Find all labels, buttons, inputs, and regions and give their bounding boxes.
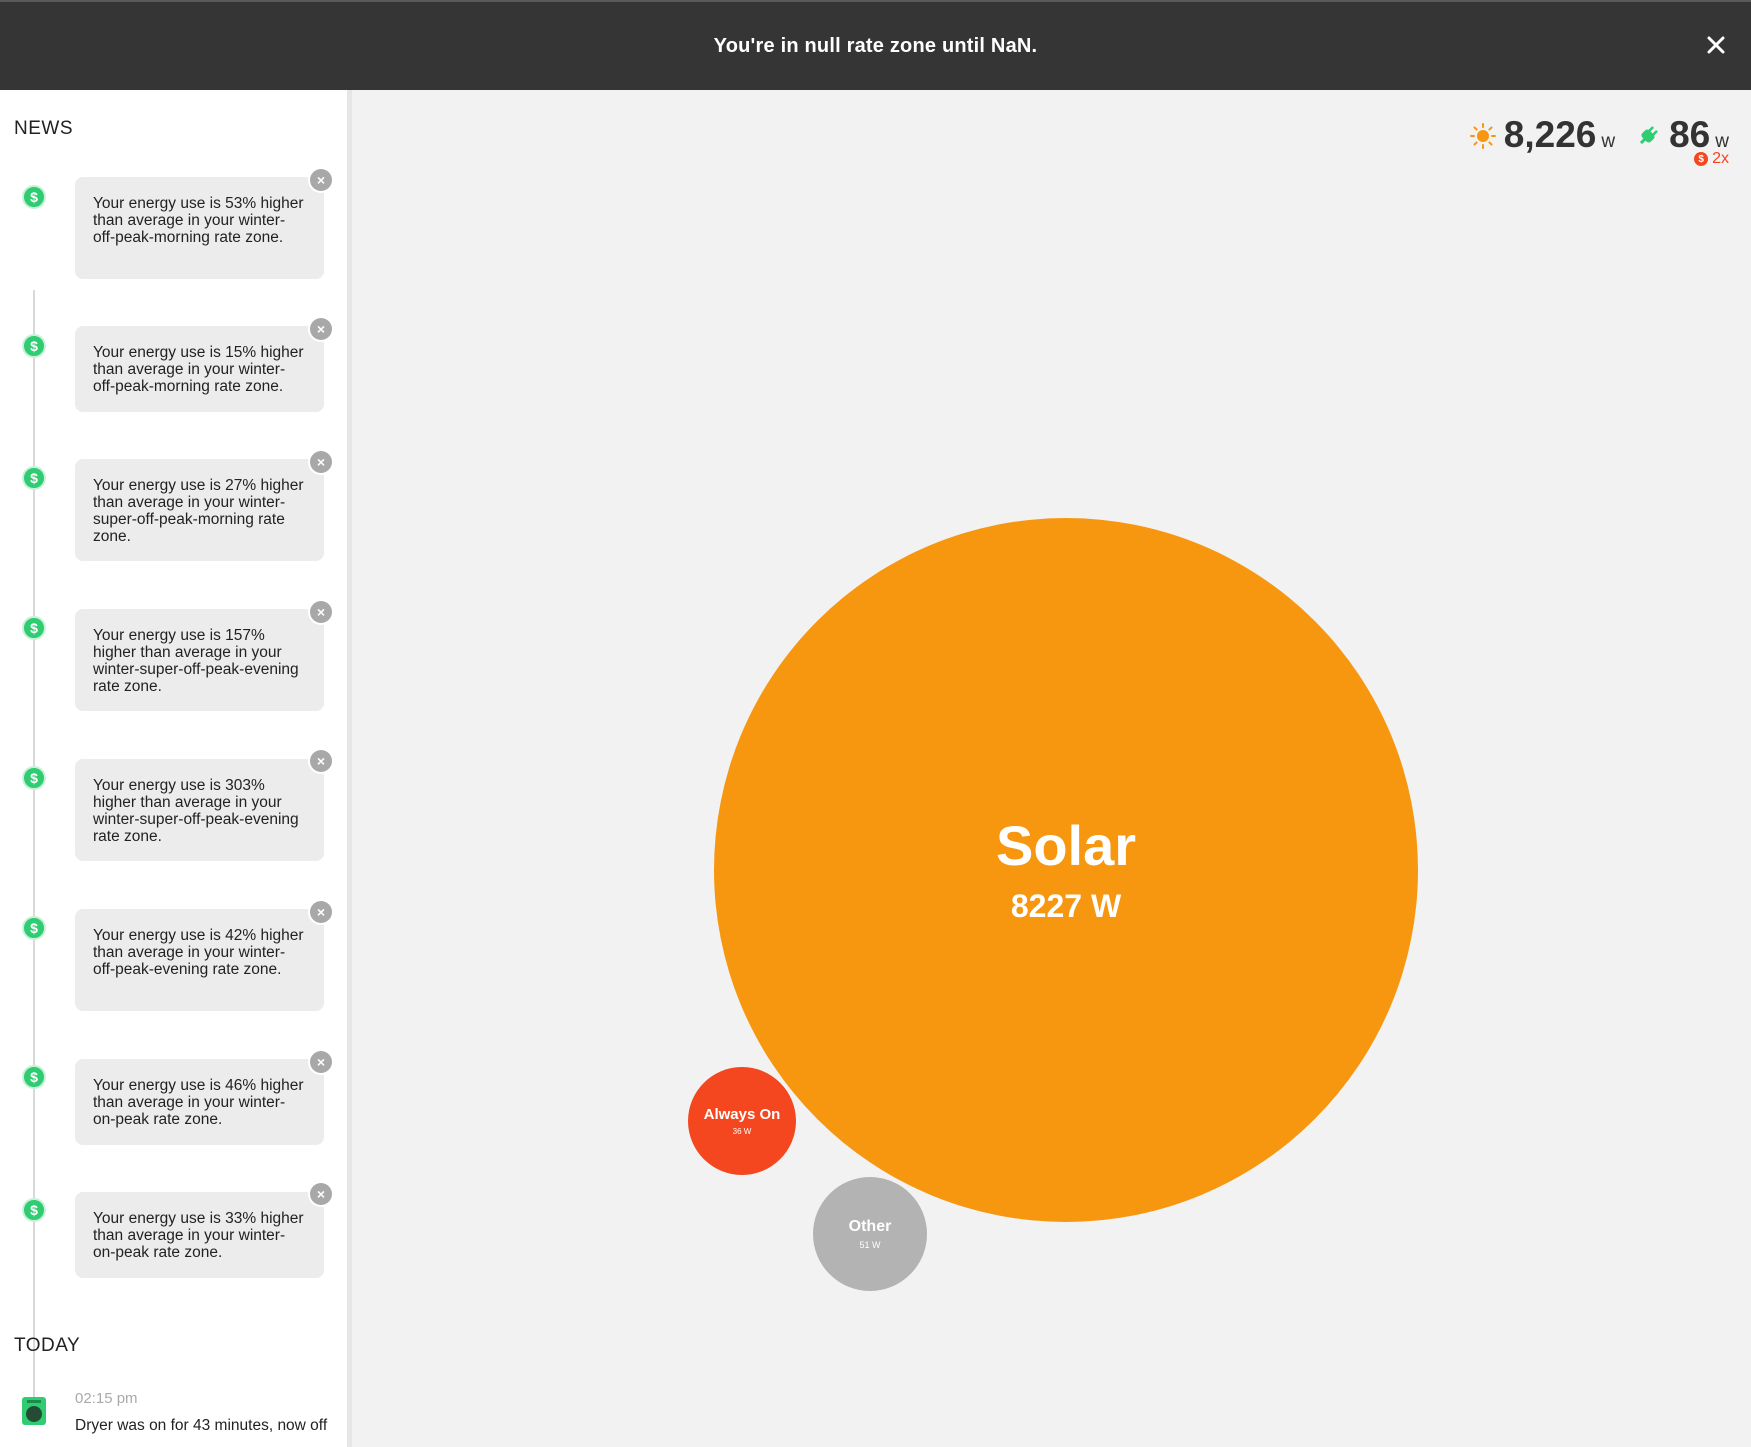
dryer-icon [22,1397,46,1425]
dismiss-icon[interactable]: × [310,169,332,191]
news-card: Your energy use is 33% higher than avera… [75,1192,324,1278]
banner-text: You're in null rate zone until NaN. [713,34,1038,57]
other-bubble-watts: 51 W [859,1240,881,1250]
dismiss-icon[interactable]: × [310,901,332,923]
other-bubble-name: Other [848,1218,892,1235]
dismiss-icon[interactable]: × [310,1183,332,1205]
rate-multiplier-badge: $ 2x [1694,150,1729,168]
timeline-line [33,290,35,1410]
dismiss-icon[interactable]: × [310,750,332,772]
always-on-bubble-name: Always On [703,1106,781,1123]
dollar-icon: $ [22,466,46,490]
always-on-bubble[interactable]: Always On 36 W [688,1067,796,1175]
solar-bubble-name: Solar [995,813,1137,877]
solar-stat: 8,226 w [1469,114,1616,155]
event-text: Dryer was on for 43 minutes, now off [75,1417,328,1434]
dollar-icon: $ [22,1065,46,1089]
news-title: NEWS [14,118,73,139]
dismiss-icon[interactable]: × [310,318,332,340]
solar-bubble-watts: 8227 W [1010,887,1122,924]
news-card: Your energy use is 15% higher than avera… [75,326,324,412]
dollar-icon: $ [22,916,46,940]
close-icon[interactable] [1703,32,1729,58]
other-bubble[interactable]: Other 51 W [813,1177,927,1291]
dollar-icon: $ [22,766,46,790]
solar-value: 8,226 [1503,114,1597,155]
news-card: Your energy use is 53% higher than avera… [75,177,324,279]
dismiss-icon[interactable]: × [310,451,332,473]
sun-icon [1469,123,1496,149]
rate-multiplier: 2x [1712,150,1729,167]
news-sidebar[interactable]: NEWS $ Your energy use is 53% higher tha… [0,90,352,1447]
always-on-bubble-watts: 36 W [732,1127,752,1136]
power-stats: 8,226 w 86 w [1450,105,1729,155]
event-time: 02:15 pm [75,1390,138,1407]
usage-value: 86 [1669,114,1711,155]
dollar-icon: $ [22,616,46,640]
dollar-icon: $ [22,185,46,209]
news-card: Your energy use is 46% higher than avera… [75,1059,324,1145]
dollar-icon: $ [22,1198,46,1222]
news-card: Your energy use is 27% higher than avera… [75,459,324,561]
solar-unit: w [1601,131,1616,152]
news-card: Your energy use is 157% higher than aver… [75,609,324,711]
dismiss-icon[interactable]: × [310,601,332,623]
solar-bubble[interactable]: Solar 8227 W [714,518,1418,1222]
rate-zone-banner: You're in null rate zone until NaN. [0,0,1751,90]
usage-stat: 86 w [1635,115,1729,155]
news-card: Your energy use is 42% higher than avera… [75,909,324,1011]
dollar-icon: $ [22,334,46,358]
plug-icon [1639,126,1659,145]
dollar-icon: $ [1694,152,1709,166]
news-card: Your energy use is 303% higher than aver… [75,759,324,861]
today-title: TODAY [14,1335,81,1356]
dismiss-icon[interactable]: × [310,1051,332,1073]
